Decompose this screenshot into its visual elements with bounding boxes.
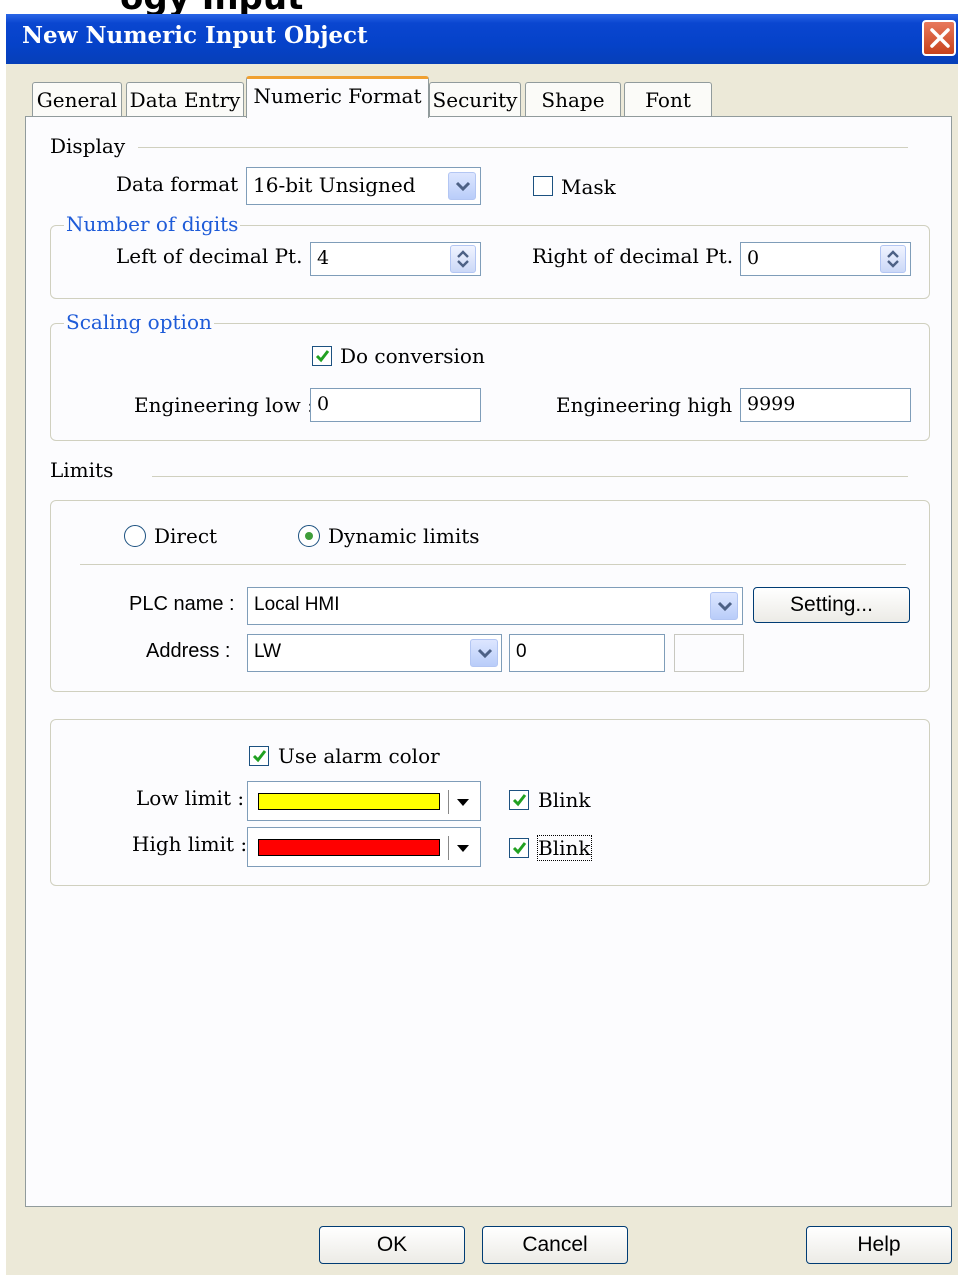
engineering-low-label: Engineering low : <box>134 393 314 417</box>
tab-general[interactable]: General <box>32 82 122 116</box>
low-blink-checkbox[interactable] <box>509 790 529 810</box>
address-input[interactable]: 0 <box>509 634 665 672</box>
low-limit-label: Low limit : <box>136 786 245 810</box>
dropdown-arrow-icon <box>455 181 471 192</box>
dynamic-limits-radio[interactable] <box>298 525 320 547</box>
low-limit-color-swatch <box>258 793 440 810</box>
left-decimal-value: 4 <box>317 247 330 269</box>
right-decimal-value: 0 <box>747 247 760 269</box>
dropdown-arrow-icon <box>477 648 493 659</box>
scaling-option-legend: Scaling option <box>64 310 214 334</box>
direct-label: Direct <box>154 524 218 548</box>
tab-security[interactable]: Security <box>429 82 521 116</box>
plc-name-value: Local HMI <box>254 594 340 615</box>
data-format-value: 16-bit Unsigned <box>253 173 416 197</box>
data-format-dropdown-button[interactable] <box>448 172 476 200</box>
low-blink-label: Blink <box>538 788 591 812</box>
checkmark-icon <box>252 750 267 763</box>
address-type-select[interactable]: LW <box>247 634 502 672</box>
radio-selected-dot <box>305 532 313 540</box>
engineering-high-input[interactable]: 9999 <box>740 388 911 422</box>
limits-heading: Limits <box>50 458 114 482</box>
checkmark-icon <box>315 350 330 363</box>
checkmark-icon <box>512 842 527 855</box>
close-icon <box>930 28 950 48</box>
limits-inner-separator <box>80 564 906 565</box>
tab-numeric-format[interactable]: Numeric Format <box>246 76 429 118</box>
spin-arrows-icon <box>457 250 469 268</box>
mask-label: Mask <box>561 175 616 199</box>
display-separator <box>138 147 908 148</box>
left-decimal-spinner[interactable] <box>450 245 476 273</box>
tab-font[interactable]: Font <box>624 82 712 116</box>
address-type-value: LW <box>254 641 282 662</box>
engineering-high-label: Engineering high : <box>556 393 746 417</box>
do-conversion-label: Do conversion <box>340 344 485 368</box>
tab-shape[interactable]: Shape <box>525 82 621 116</box>
close-button[interactable] <box>922 20 956 56</box>
high-blink-label: Blink <box>537 835 592 861</box>
right-decimal-spinner[interactable] <box>880 245 906 273</box>
window-title: New Numeric Input Object <box>22 22 368 49</box>
setting-button[interactable]: Setting... <box>753 587 910 623</box>
high-limit-color-select[interactable] <box>247 827 481 867</box>
use-alarm-color-label: Use alarm color <box>278 744 440 768</box>
divider <box>448 836 449 860</box>
high-limit-color-swatch <box>258 839 440 856</box>
high-limit-label: High limit : <box>132 832 248 856</box>
mask-checkbox[interactable] <box>533 176 553 196</box>
do-conversion-checkbox[interactable] <box>312 346 332 366</box>
address-value: 0 <box>516 641 527 662</box>
use-alarm-color-checkbox[interactable] <box>249 746 269 766</box>
direct-radio[interactable] <box>124 525 146 547</box>
ok-button[interactable]: OK <box>319 1226 465 1264</box>
plc-name-dropdown-button[interactable] <box>710 592 738 620</box>
address-type-dropdown-button[interactable] <box>470 639 498 667</box>
display-heading: Display <box>50 134 126 158</box>
data-format-select[interactable]: 16-bit Unsigned <box>246 167 481 205</box>
cancel-button[interactable]: Cancel <box>482 1226 628 1264</box>
plc-name-label: PLC name : <box>129 593 235 615</box>
address-extra-field <box>674 634 744 672</box>
dropdown-arrow-icon <box>717 601 733 612</box>
tab-data-entry[interactable]: Data Entry <box>126 82 244 116</box>
spin-arrows-icon <box>887 250 899 268</box>
dropdown-arrow-icon <box>457 845 469 852</box>
dropdown-arrow-icon <box>457 799 469 806</box>
scaling-option-group <box>50 323 930 441</box>
plc-name-select[interactable]: Local HMI <box>247 587 743 625</box>
engineering-low-value: 0 <box>317 393 330 415</box>
engineering-high-value: 9999 <box>747 393 796 415</box>
right-decimal-label: Right of decimal Pt. : <box>532 244 747 268</box>
address-label: Address : <box>146 640 231 662</box>
data-format-label: Data format : <box>116 172 252 196</box>
dynamic-limits-label: Dynamic limits <box>328 524 480 548</box>
checkmark-icon <box>512 794 527 807</box>
left-decimal-label: Left of decimal Pt. : <box>116 244 316 268</box>
limits-separator <box>152 476 908 477</box>
number-of-digits-legend: Number of digits <box>64 212 241 236</box>
help-button[interactable]: Help <box>806 1226 952 1264</box>
low-limit-color-select[interactable] <box>247 781 481 821</box>
divider <box>448 790 449 814</box>
high-blink-checkbox[interactable] <box>509 838 529 858</box>
engineering-low-input[interactable]: 0 <box>310 388 481 422</box>
